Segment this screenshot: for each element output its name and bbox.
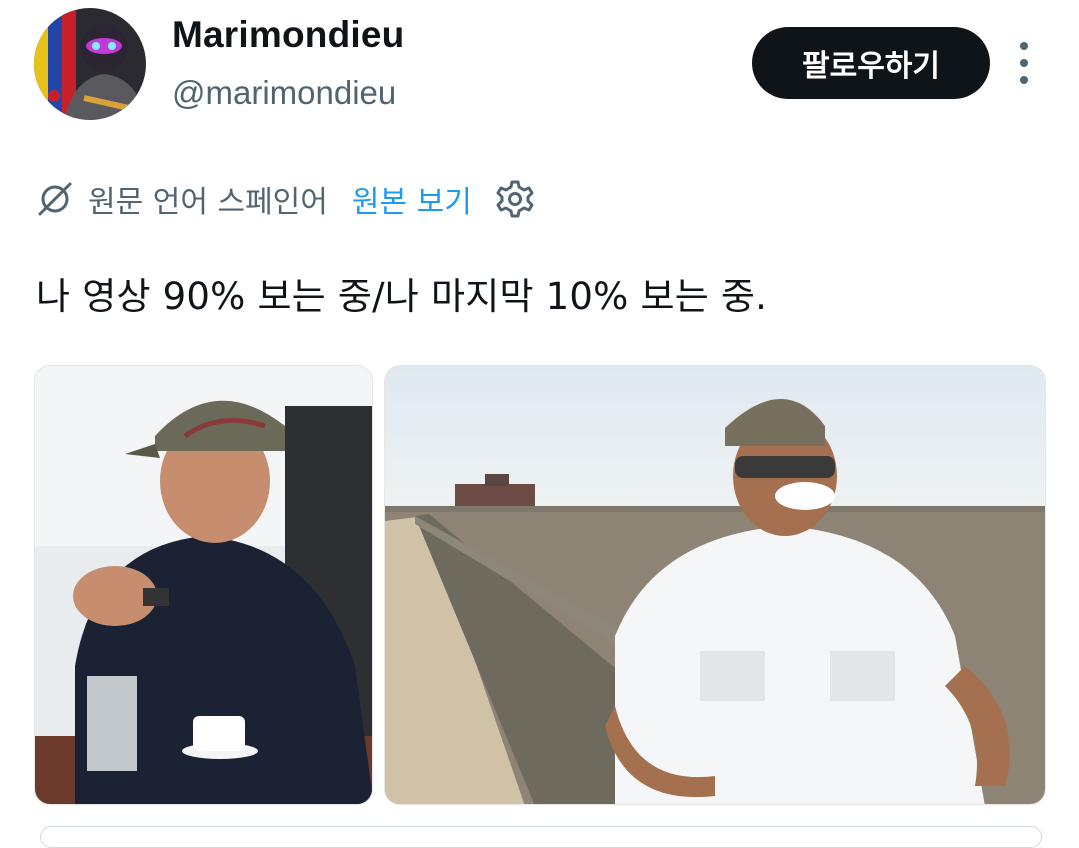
follow-button[interactable]: 팔로우하기 bbox=[752, 27, 990, 99]
avatar[interactable] bbox=[34, 8, 146, 120]
show-original-link[interactable]: 원본 보기 bbox=[352, 177, 472, 221]
source-language-text: 원문 언어 스페인어 bbox=[88, 185, 328, 220]
next-card-edge bbox=[40, 826, 1042, 848]
translation-row: 원문 언어 스페인어 원본 보기 bbox=[36, 174, 536, 224]
translate-off-icon bbox=[38, 182, 72, 216]
settings-gear-icon[interactable] bbox=[494, 178, 536, 220]
media-photo-2[interactable] bbox=[384, 365, 1046, 805]
avatar-image bbox=[34, 8, 146, 120]
author-display-name[interactable]: Marimondieu bbox=[172, 14, 404, 56]
more-dot bbox=[1020, 59, 1028, 67]
more-dot bbox=[1020, 76, 1028, 84]
author-handle: @marimondieu bbox=[172, 74, 397, 111]
photo-man-in-sunglasses-at-pier bbox=[385, 366, 1045, 804]
more-vertical-icon[interactable] bbox=[1004, 40, 1044, 86]
photo-man-in-cap-at-desk bbox=[35, 366, 372, 804]
more-dot bbox=[1020, 42, 1028, 50]
tweet-text: 나 영상 90% 보는 중/나 마지막 10% 보는 중. bbox=[36, 275, 768, 318]
media-photo-1[interactable] bbox=[34, 365, 373, 805]
